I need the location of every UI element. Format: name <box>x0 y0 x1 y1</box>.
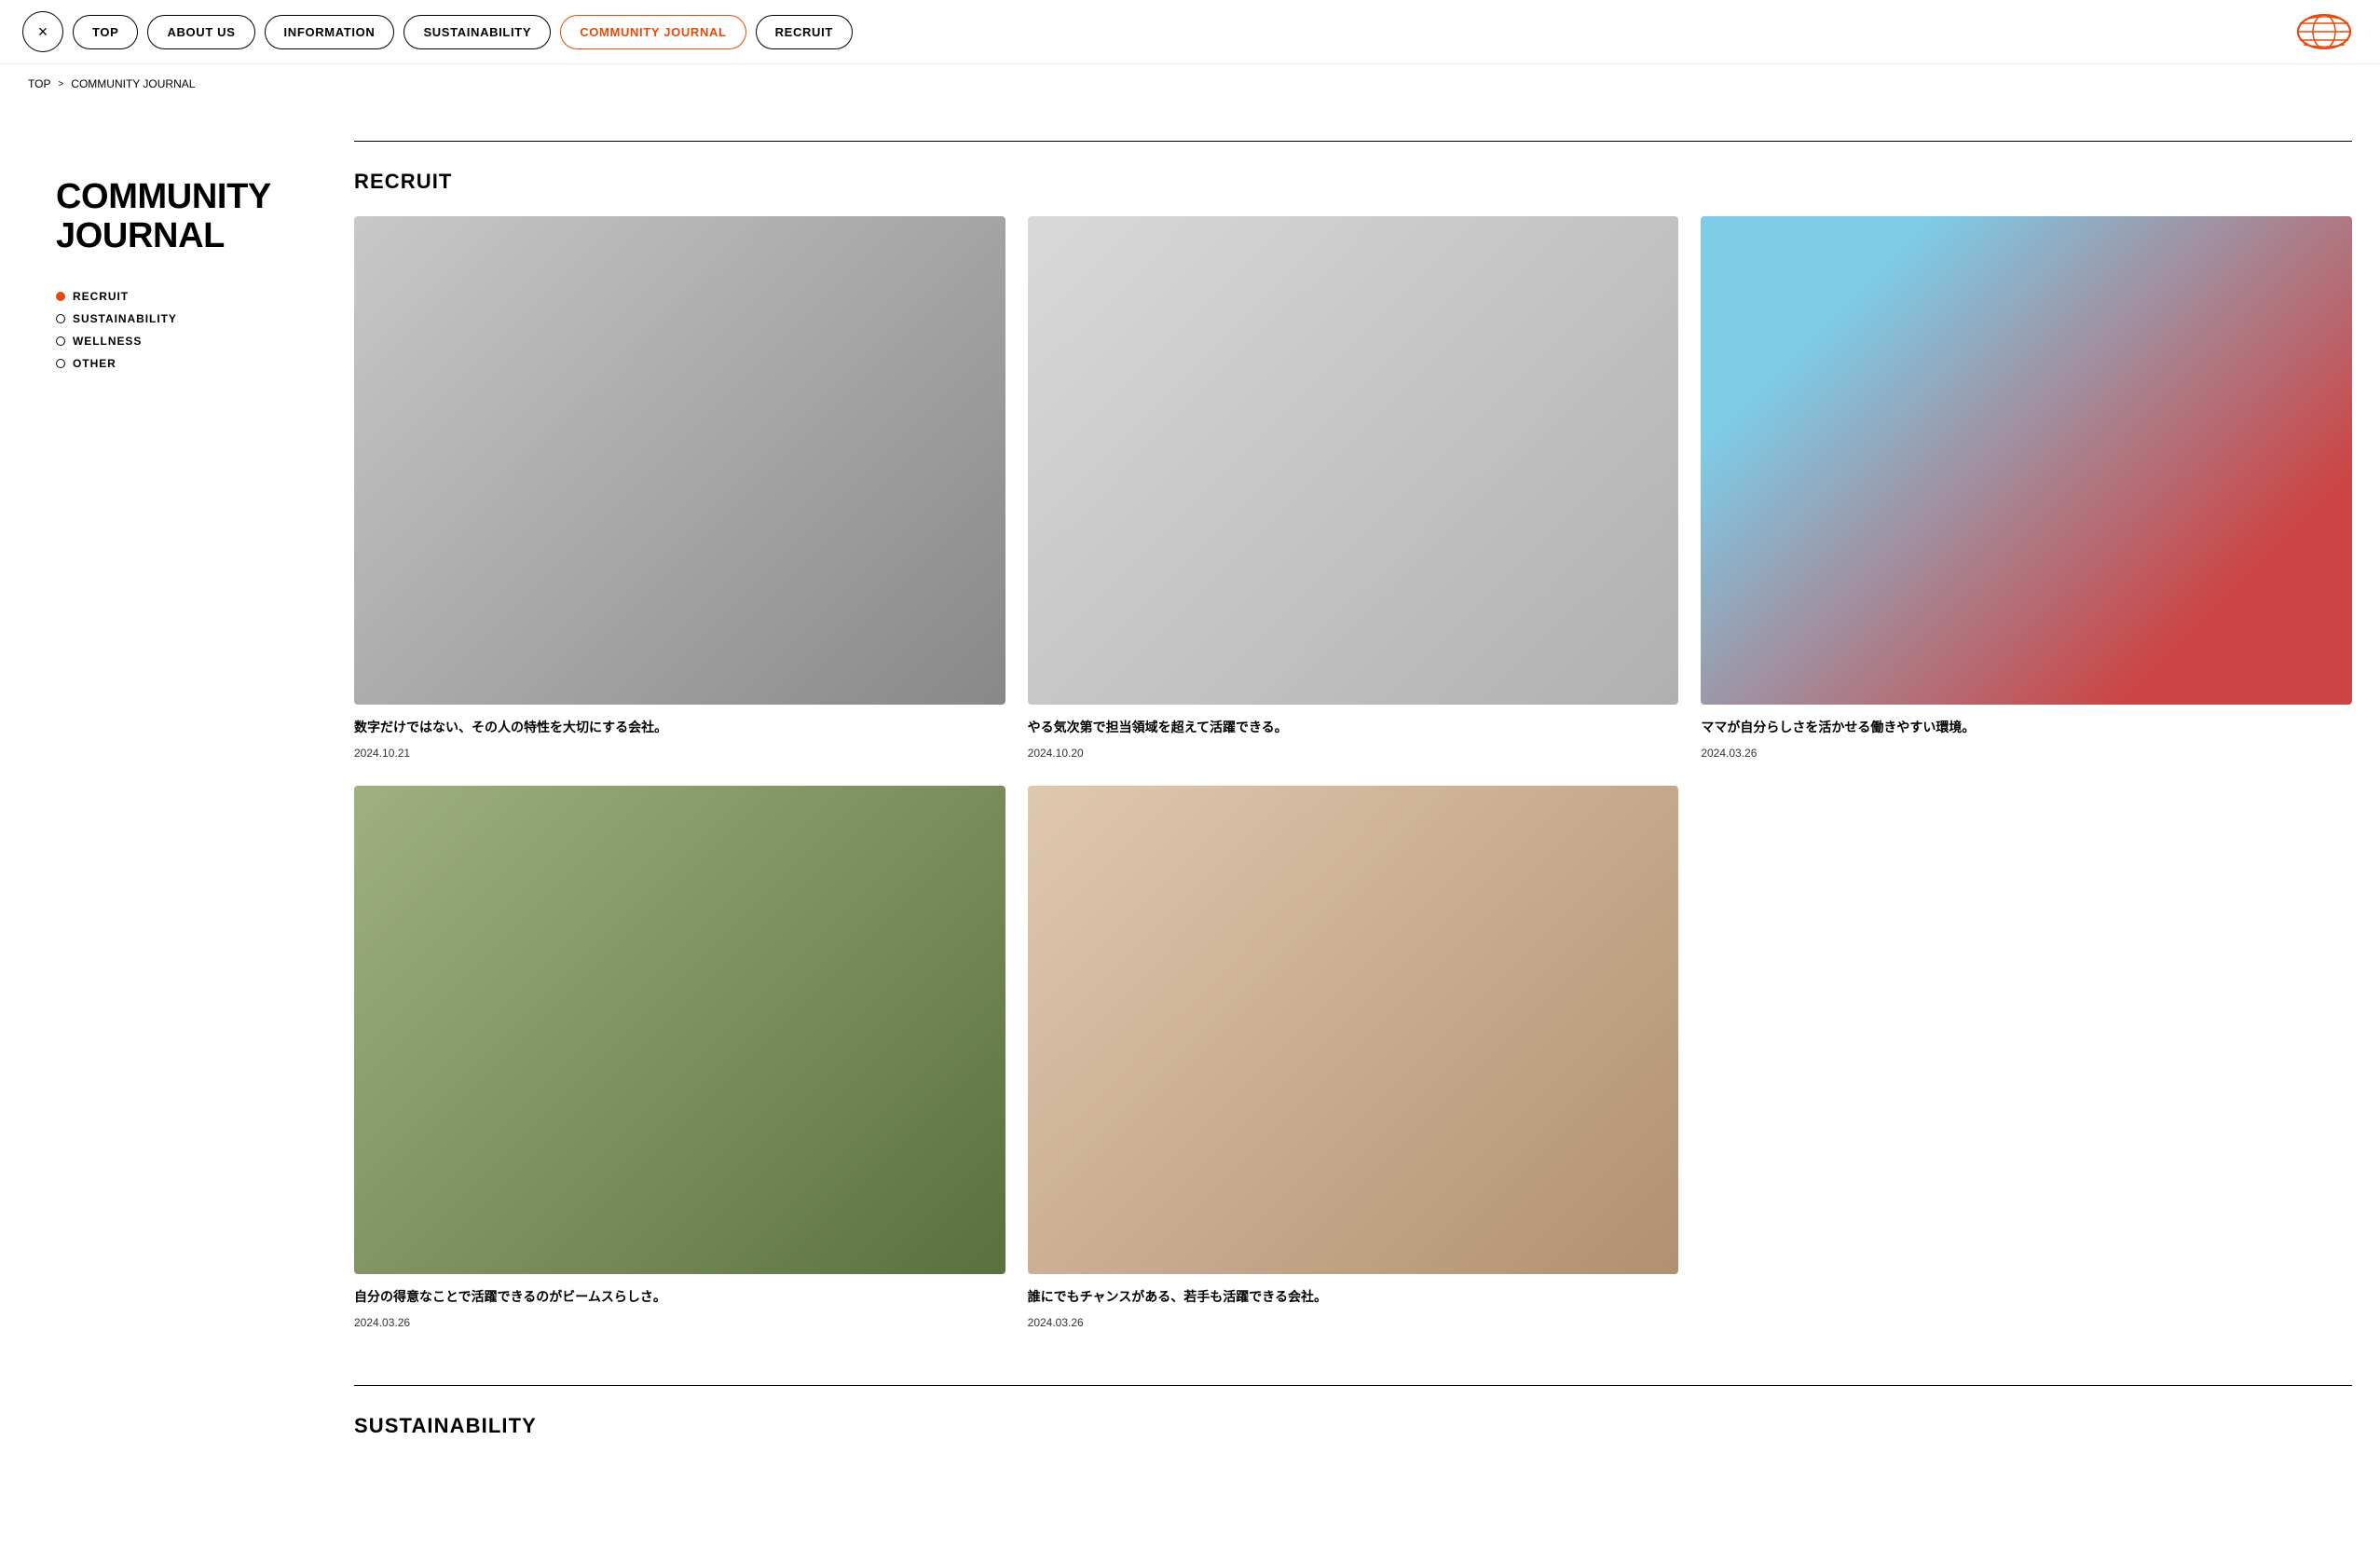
article-img-r3 <box>1701 216 2352 705</box>
filter-item-sustainability[interactable]: SUSTAINABILITY <box>56 312 317 325</box>
article-title-r2: やる気次第で担当領域を超えて活躍できる。 <box>1028 718 1679 737</box>
article-date-r4: 2024.03.26 <box>354 1316 1005 1329</box>
article-title-r5: 誰にでもチャンスがある、若手も活躍できる会社。 <box>1028 1287 1679 1307</box>
article-date-r2: 2024.10.20 <box>1028 747 1679 760</box>
main-content: RECRUIT 数字だけではない、その人の特性を大切にする会社。 2024.10.… <box>317 141 2352 1494</box>
article-card-r1[interactable]: 数字だけではない、その人の特性を大切にする会社。 2024.10.21 <box>354 216 1005 760</box>
article-title-r4: 自分の得意なことで活躍できるのがビームスらしさ。 <box>354 1287 1005 1307</box>
nav-btn-community-journal[interactable]: COMMUNITY JOURNAL <box>560 15 745 49</box>
filter-dot-sustainability <box>56 314 65 323</box>
article-img-r1 <box>354 216 1005 705</box>
article-img-r2 <box>1028 216 1679 705</box>
filter-list: RECRUIT SUSTAINABILITY WELLNESS OTHER <box>56 290 317 370</box>
filter-label-wellness: WELLNESS <box>73 335 142 348</box>
article-img-r4 <box>354 786 1005 1274</box>
article-title-r3: ママが自分らしさを活かせる働きやすい環境。 <box>1701 718 2352 737</box>
nav-items: TOP ABOUT US INFORMATION SUSTAINABILITY COMM… <box>73 15 853 49</box>
filter-item-wellness[interactable]: WELLNESS <box>56 335 317 348</box>
article-date-r1: 2024.10.21 <box>354 747 1005 760</box>
filter-item-recruit[interactable]: RECRUIT <box>56 290 317 303</box>
article-card-r4[interactable]: 自分の得意なことで活躍できるのがビームスらしさ。 2024.03.26 <box>354 786 1005 1329</box>
page-title: COMMUNITY JOURNAL <box>56 178 317 256</box>
article-date-r5: 2024.03.26 <box>1028 1316 1679 1329</box>
article-card-r3[interactable]: ママが自分らしさを活かせる働きやすい環境。 2024.03.26 <box>1701 216 2352 760</box>
sidebar: COMMUNITY JOURNAL RECRUIT SUSTAINABILITY W… <box>56 141 317 1494</box>
breadcrumb: TOP > COMMUNITY JOURNAL <box>0 64 2380 103</box>
recruit-section: RECRUIT 数字だけではない、その人の特性を大切にする会社。 2024.10.… <box>354 141 2352 1329</box>
filter-label-sustainability: SUSTAINABILITY <box>73 312 177 325</box>
filter-dot-wellness <box>56 336 65 346</box>
filter-item-other[interactable]: OTHER <box>56 357 317 370</box>
main-nav: × TOP ABOUT US INFORMATION SUSTAINABILITY CO… <box>0 0 2380 64</box>
logo[interactable] <box>2291 11 2358 52</box>
close-button[interactable]: × <box>22 11 63 52</box>
article-title-r1: 数字だけではない、その人の特性を大切にする会社。 <box>354 718 1005 737</box>
sustainability-divider <box>354 1385 2352 1386</box>
close-icon: × <box>38 22 48 42</box>
nav-btn-about-us[interactable]: ABOUT US <box>147 15 254 49</box>
breadcrumb-top[interactable]: TOP <box>28 77 50 90</box>
section-divider <box>354 141 2352 142</box>
recruit-grid: 数字だけではない、その人の特性を大切にする会社。 2024.10.21 やる気次第で… <box>354 216 2352 1329</box>
filter-label-recruit: RECRUIT <box>73 290 129 303</box>
article-card-r5[interactable]: 誰にでもチャンスがある、若手も活躍できる会社。 2024.03.26 <box>1028 786 1679 1329</box>
filter-dot-recruit <box>56 292 65 301</box>
nav-btn-sustainability[interactable]: SUSTAINABILITY <box>404 15 551 49</box>
article-img-r5 <box>1028 786 1679 1274</box>
sustainability-section: SUSTAINABILITY <box>354 1385 2352 1438</box>
breadcrumb-current: COMMUNITY JOURNAL <box>71 77 195 90</box>
nav-btn-recruit[interactable]: RECRUIT <box>756 15 853 49</box>
breadcrumb-separator: > <box>58 79 63 89</box>
filter-dot-other <box>56 359 65 368</box>
recruit-section-title: RECRUIT <box>354 170 2352 194</box>
page-body: COMMUNITY JOURNAL RECRUIT SUSTAINABILITY W… <box>0 103 2380 1550</box>
sustainability-section-title: SUSTAINABILITY <box>354 1414 2352 1438</box>
filter-label-other: OTHER <box>73 357 116 370</box>
nav-btn-information[interactable]: INFORMATION <box>265 15 395 49</box>
article-card-r2[interactable]: やる気次第で担当領域を超えて活躍できる。 2024.10.20 <box>1028 216 1679 760</box>
article-date-r3: 2024.03.26 <box>1701 747 2352 760</box>
nav-btn-top[interactable]: TOP <box>73 15 138 49</box>
